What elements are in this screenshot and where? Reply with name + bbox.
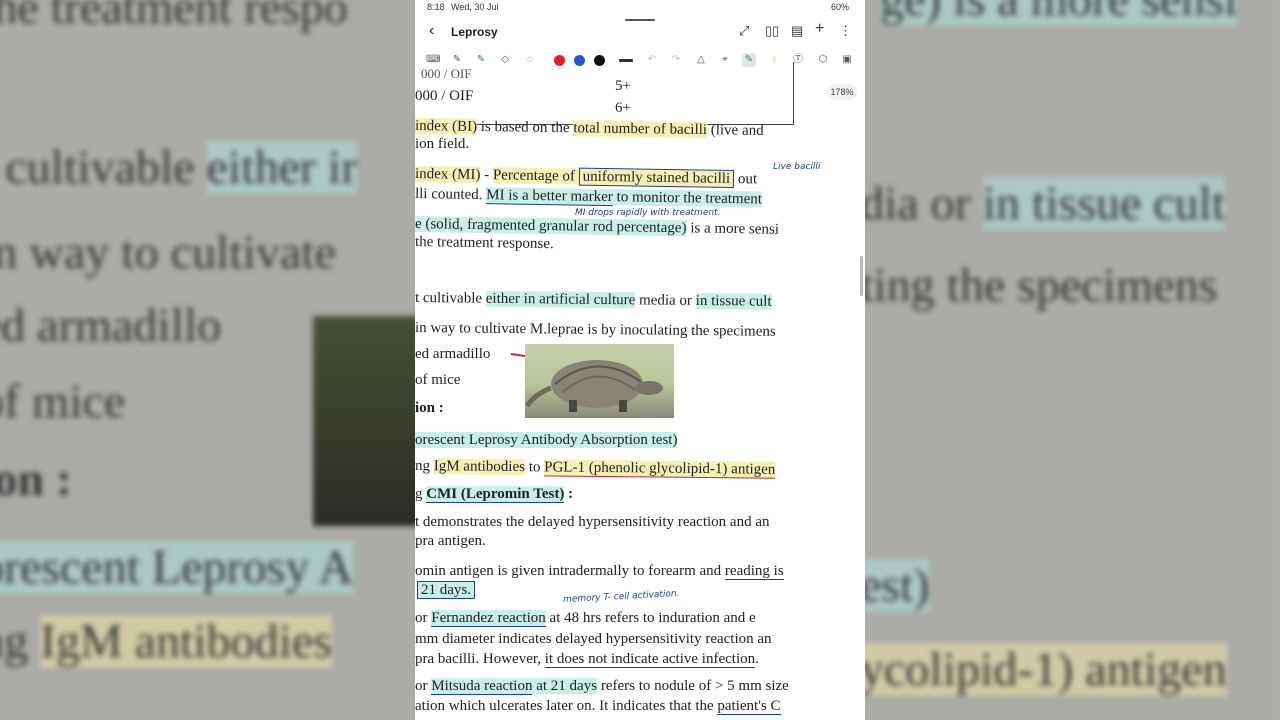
add-icon[interactable]: +: [815, 20, 824, 38]
status-time: 8:18: [427, 2, 445, 12]
status-date: Wed, 30 Jul: [451, 2, 499, 12]
text-line: ed armadillo: [415, 346, 491, 362]
text-line: orescent Leprosy Antibody Absorption tes…: [415, 432, 678, 448]
window-drag-handle[interactable]: [625, 19, 655, 21]
more-options-icon[interactable]: ⋮: [839, 23, 852, 39]
sticker-icon[interactable]: ⬡: [816, 53, 830, 67]
handwritten-note-live-bacilli: Live bacilli: [773, 162, 821, 172]
text-line: or Fernandez reaction at 48 hrs refers t…: [415, 610, 756, 627]
armadillo-image: [525, 344, 674, 418]
notes-app-screen: 8:18 Wed, 30 Jul 60% ‹ Leprosy ⤢ ▯▯ ▤ + …: [415, 0, 865, 720]
text-line: 21 days.: [417, 581, 475, 599]
text-line: lli counted. MI is a better marker to mo…: [415, 186, 763, 208]
text-line: omin antigen is given intradermally to f…: [415, 563, 784, 580]
text-line-mi: index (MI) - Percentage of uniformly sta…: [415, 166, 758, 189]
text-line: t cultivable either in artificial cultur…: [415, 290, 772, 310]
status-battery: 60%: [830, 2, 849, 12]
table-cell: 5+: [615, 78, 631, 94]
document-page: 000 / OIF 5+ 000 / OIF 6+ index (BI) is …: [415, 62, 865, 720]
expand-icon[interactable]: ⤢: [739, 23, 749, 39]
text-line: the treatment response.: [415, 234, 554, 253]
note-title: Leprosy: [451, 25, 498, 39]
text-line: of mice: [415, 372, 461, 388]
text-line: ng IgM antibodies to PGL-1 (phenolic gly…: [415, 458, 776, 479]
text-line: or Mitsuda reaction at 21 days refers to…: [415, 678, 789, 695]
text-line: ion field.: [415, 136, 470, 152]
image-icon[interactable]: ▣: [840, 53, 854, 67]
page-icon[interactable]: ▤: [791, 23, 803, 39]
text-line: pra bacilli. However, it does not indica…: [415, 651, 759, 668]
status-bar: 8:18 Wed, 30 Jul 60%: [415, 0, 865, 14]
table-row-partial: 000 / OIF: [421, 66, 472, 81]
back-arrow-icon[interactable]: ‹: [429, 22, 434, 40]
section-heading: ion :: [415, 400, 444, 416]
table-cell: 6+: [615, 100, 631, 116]
text-line: mm diameter indicates delayed hypersensi…: [415, 631, 772, 647]
title-bar: ‹ Leprosy ⤢ ▯▯ ▤ + ⋮: [415, 20, 865, 44]
text-line: in way to cultivate M.leprae is by inocu…: [415, 320, 776, 340]
text-line: t demonstrates the delayed hypersensitiv…: [415, 514, 770, 530]
text-line: g CMI (Lepromin Test) :: [415, 486, 574, 503]
scrollbar[interactable]: [860, 256, 863, 296]
table-row: 000 / OIF: [415, 88, 474, 104]
book-view-icon[interactable]: ▯▯: [765, 23, 779, 39]
handwritten-note-mi-drops: MI drops rapidly with treatment.: [575, 208, 721, 218]
handwritten-note-memory: memory T- cell activation.: [562, 588, 680, 606]
text-line: pra antigen.: [415, 533, 486, 549]
text-line: ation which ulcerates later on. It indic…: [415, 698, 781, 715]
zoom-indicator: 178%: [827, 84, 857, 100]
